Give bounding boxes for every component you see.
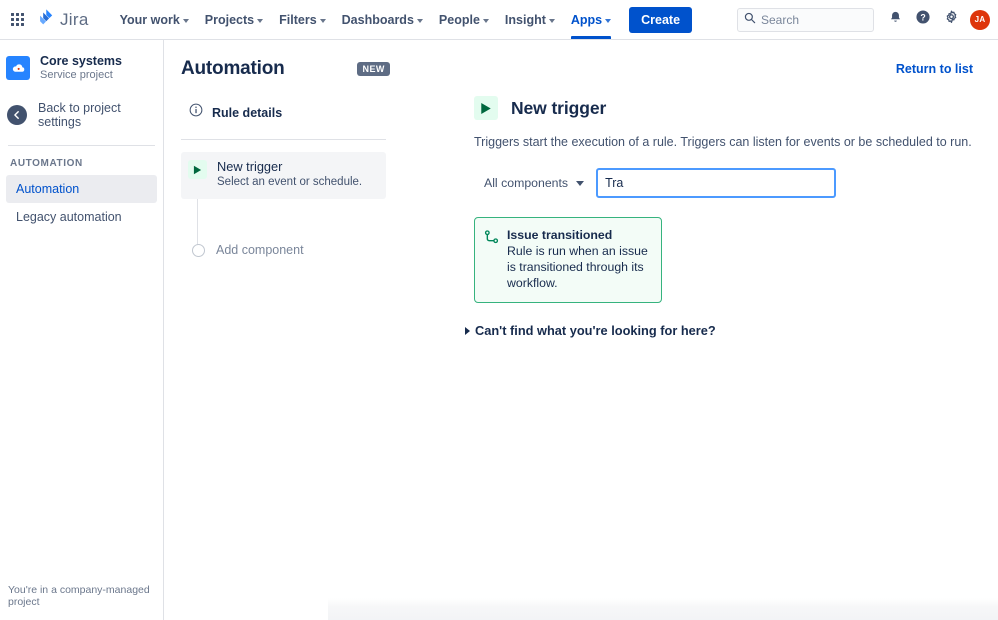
cant-find-expander[interactable]: Can't find what you're looking for here?: [465, 323, 716, 338]
add-component-button[interactable]: Add component: [181, 237, 386, 263]
chevron-down-icon: [482, 18, 489, 23]
rule-trigger-subtitle: Select an event or schedule.: [217, 176, 363, 188]
trigger-result-description: Rule is run when an issue is transitione…: [507, 244, 648, 290]
page-title: Automation: [181, 58, 285, 79]
nav-item-label: Insight: [504, 12, 546, 27]
trigger-search-field[interactable]: [596, 168, 837, 198]
chevron-down-icon: [548, 18, 555, 23]
trigger-result-title: Issue transitioned: [507, 228, 613, 242]
app-switcher-button[interactable]: [6, 9, 28, 31]
nav-item-label: Dashboards: [341, 12, 414, 27]
chevron-down-icon: [576, 180, 585, 186]
project-type: Service project: [40, 69, 113, 81]
trigger-search-input[interactable]: [605, 176, 828, 190]
global-search-box[interactable]: [737, 7, 874, 32]
info-circle-icon: [189, 103, 203, 122]
trigger-picker-description: Triggers start the execution of a rule. …: [474, 135, 972, 149]
nav-item-insight[interactable]: Insight: [497, 0, 563, 39]
svg-text:?: ?: [920, 13, 925, 23]
rule-trigger-title: New trigger: [217, 159, 283, 174]
main-content: Automation NEW Return to list Rule detai…: [164, 40, 998, 620]
play-triangle-icon: [474, 96, 498, 120]
component-filter-select[interactable]: All components: [474, 168, 594, 198]
nav-item-projects[interactable]: Projects: [197, 0, 271, 39]
return-to-list-link[interactable]: Return to list: [896, 62, 973, 76]
primary-nav-items: Your work Projects Filters Dashboards Pe…: [112, 0, 620, 39]
nav-item-label: Apps: [570, 12, 603, 27]
nav-item-dashboards[interactable]: Dashboards: [334, 0, 431, 39]
rule-trigger-card[interactable]: New trigger Select an event or schedule.: [181, 152, 386, 199]
nav-item-your-work[interactable]: Your work: [112, 0, 197, 39]
nav-item-label: Your work: [119, 12, 180, 27]
nav-item-apps[interactable]: Apps: [563, 0, 619, 39]
settings-button[interactable]: [938, 7, 964, 33]
back-to-project-settings-link[interactable]: Back to project settings: [0, 95, 163, 135]
search-input[interactable]: [761, 12, 867, 27]
trigger-result-issue-transitioned[interactable]: Issue transitioned Rule is run when an i…: [474, 217, 662, 303]
company-managed-note: You're in a company-managed project: [8, 584, 150, 608]
jira-home-link[interactable]: Jira: [32, 6, 94, 33]
rule-builder: Rule details New trigger Select an event…: [164, 84, 998, 338]
project-name: Core systems: [40, 54, 122, 68]
component-filter-label: All components: [484, 176, 569, 190]
rule-details-label: Rule details: [212, 105, 283, 120]
trigger-picker-header: New trigger: [474, 96, 998, 120]
search-icon: [744, 11, 756, 29]
component-stack: New trigger Select an event or schedule.…: [181, 152, 386, 263]
add-component-label: Add component: [216, 243, 304, 257]
help-button[interactable]: ?: [910, 7, 936, 33]
nav-item-label: Projects: [204, 12, 255, 27]
gear-icon: [944, 10, 959, 30]
trigger-picker-title: New trigger: [511, 97, 607, 118]
sidebar-section-title: AUTOMATION: [10, 158, 83, 169]
create-button[interactable]: Create: [629, 6, 693, 33]
nav-right-group: ? JA: [737, 7, 990, 33]
chevron-down-icon: [416, 18, 423, 23]
sidebar: Core systems Service project Back to pro…: [0, 40, 164, 620]
sidebar-item-automation[interactable]: Automation: [6, 175, 157, 203]
rule-details-button[interactable]: Rule details: [181, 96, 386, 129]
play-triangle-icon: [188, 160, 207, 179]
avatar[interactable]: JA: [970, 9, 990, 30]
chevron-down-icon: [257, 18, 264, 23]
empty-circle-icon: [192, 243, 205, 257]
back-to-project-settings-label: Back to project settings: [38, 101, 121, 129]
jira-logo-icon: [37, 8, 55, 31]
page-body: Core systems Service project Back to pro…: [0, 40, 998, 620]
help-circle-icon: ?: [915, 9, 931, 30]
nav-item-filters[interactable]: Filters: [271, 0, 334, 39]
rule-panel-divider: [181, 139, 386, 140]
rule-component-panel: Rule details New trigger Select an event…: [181, 96, 386, 338]
chevron-down-icon: [182, 18, 189, 23]
chevron-down-icon: [319, 18, 326, 23]
service-project-cloud-icon: [6, 56, 30, 80]
brand-label: Jira: [60, 9, 89, 29]
workflow-transition-icon: [484, 230, 499, 291]
chevron-right-icon: [465, 326, 470, 335]
top-navigation-bar: Jira Your work Projects Filters Dashboar…: [0, 0, 998, 40]
new-badge: NEW: [356, 62, 390, 76]
nav-item-label: People: [438, 12, 480, 27]
bell-icon: [888, 10, 903, 30]
trigger-filter-row: All components: [474, 168, 998, 198]
nav-item-label: Filters: [279, 12, 317, 27]
chevron-down-icon: [605, 18, 612, 23]
arrow-left-circle-icon: [7, 105, 27, 125]
page-header: Automation NEW Return to list: [164, 40, 998, 84]
project-header[interactable]: Core systems Service project: [0, 50, 163, 86]
sidebar-item-legacy-automation[interactable]: Legacy automation: [6, 203, 157, 231]
trigger-picker-panel: New trigger Triggers start the execution…: [386, 96, 998, 338]
notifications-button[interactable]: [882, 7, 908, 33]
bottom-shadow-strip: [328, 598, 998, 620]
nav-item-people[interactable]: People: [431, 0, 497, 39]
grid-dots-icon: [10, 13, 24, 26]
cant-find-label: Can't find what you're looking for here?: [475, 323, 716, 338]
